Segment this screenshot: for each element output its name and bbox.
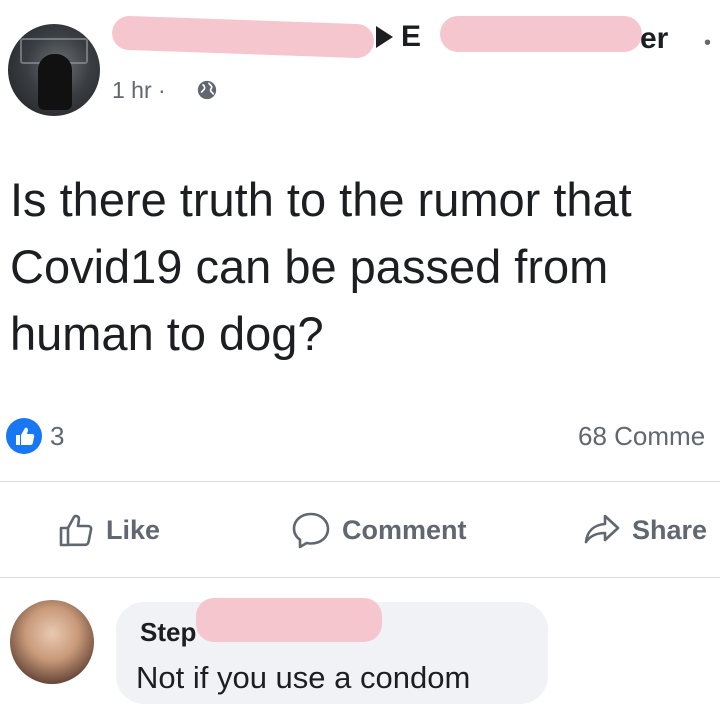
like-label: Like <box>106 514 161 545</box>
shared-to-arrow-icon <box>376 26 393 48</box>
thumbs-up-badge-icon[interactable] <box>6 418 42 454</box>
redaction-mark <box>196 598 382 642</box>
commenter-name[interactable]: Step <box>140 617 196 648</box>
comment-text: Not if you use a condom <box>136 660 471 695</box>
author-avatar[interactable] <box>8 24 100 116</box>
meta-separator: · <box>158 77 166 103</box>
group-name-fragment[interactable]: E <box>401 22 421 52</box>
timestamp-link[interactable]: 1 hr <box>112 77 152 103</box>
commenter-avatar[interactable] <box>10 600 94 684</box>
thumbs-up-icon <box>59 514 93 547</box>
share-button[interactable]: Share <box>582 508 707 552</box>
post-meta: 1 hr · <box>112 79 166 102</box>
group-name-fragment-end[interactable]: er <box>640 24 668 54</box>
more-options-icon[interactable]: • <box>704 32 711 55</box>
like-button[interactable]: Like <box>56 508 160 552</box>
share-arrow-icon <box>584 514 620 544</box>
divider <box>0 481 720 482</box>
redaction-mark <box>111 15 375 59</box>
reaction-count[interactable]: 3 <box>50 421 64 452</box>
share-label: Share <box>632 514 708 545</box>
divider <box>0 577 720 578</box>
comments-count-link[interactable]: 68 Comme <box>578 421 705 452</box>
redaction-mark <box>440 16 642 52</box>
comment-button[interactable]: Comment <box>290 508 467 552</box>
globe-icon <box>197 80 217 100</box>
post-body-text: Is there truth to the rumor that Covid19… <box>10 173 632 360</box>
comment-bubble-icon <box>292 512 330 549</box>
avatar-person-silhouette <box>38 54 72 110</box>
comment-label: Comment <box>342 514 467 545</box>
